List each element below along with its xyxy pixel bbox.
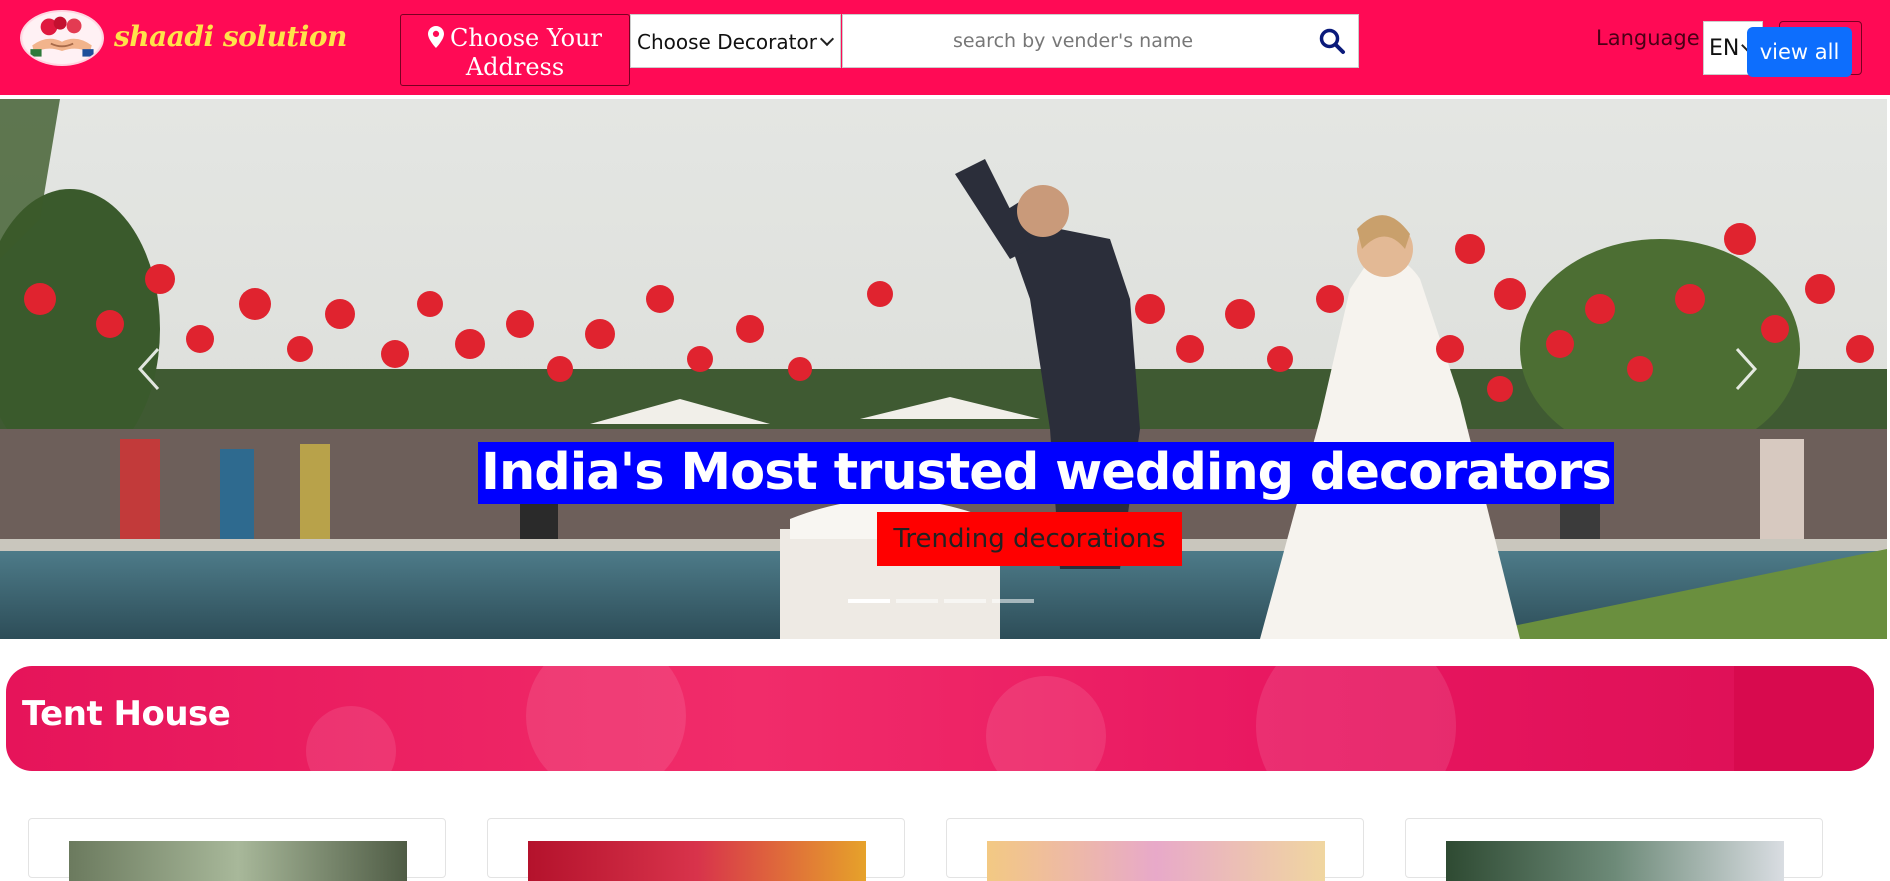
vendor-image	[69, 841, 407, 881]
search-input[interactable]	[843, 15, 1303, 67]
vendor-card[interactable]	[487, 818, 905, 881]
chevron-right-icon[interactable]	[1725, 339, 1765, 399]
vendor-card[interactable]	[946, 818, 1364, 881]
search-icon[interactable]	[1318, 27, 1346, 55]
view-all-button[interactable]: view all	[1747, 27, 1852, 77]
vendor-cards	[0, 818, 1890, 881]
decorator-select-value: Choose Decorator	[637, 30, 817, 54]
language-label: Language	[1596, 26, 1700, 50]
choose-address-label: Choose Your Address	[449, 24, 602, 81]
vendor-card[interactable]	[1405, 818, 1823, 881]
carousel-indicator[interactable]	[992, 599, 1034, 603]
hero-carousel: India's Most trusted wedding decorators …	[0, 99, 1887, 639]
trending-decorations-button[interactable]: Trending decorations	[877, 512, 1182, 566]
category-banner: Tent House	[6, 666, 1874, 771]
carousel-indicator[interactable]	[944, 599, 986, 603]
chevron-left-icon[interactable]	[130, 339, 170, 399]
language-select-value: EN	[1709, 36, 1740, 61]
vendor-image	[987, 841, 1325, 881]
vendor-card[interactable]	[28, 818, 446, 881]
top-header: shaadi solution Choose Your Address Choo…	[0, 0, 1890, 95]
decorator-select[interactable]: Choose Decorator	[630, 14, 841, 68]
brand-name[interactable]: shaadi solution	[114, 20, 347, 53]
carousel-indicator[interactable]	[896, 599, 938, 603]
carousel-indicator[interactable]	[848, 599, 890, 603]
vendor-image	[528, 841, 866, 881]
choose-address-button[interactable]: Choose Your Address	[400, 14, 630, 86]
category-title: Tent House	[22, 694, 231, 734]
logo-hands-icon	[23, 12, 101, 64]
banner-accent	[1734, 666, 1874, 771]
chevron-down-icon	[819, 31, 835, 47]
logo[interactable]	[20, 10, 104, 66]
carousel-indicators	[848, 599, 1034, 605]
search-bar	[842, 14, 1359, 68]
vendor-image	[1446, 841, 1784, 881]
hero-title: India's Most trusted wedding decorators	[478, 442, 1614, 504]
map-pin-icon	[427, 26, 444, 54]
